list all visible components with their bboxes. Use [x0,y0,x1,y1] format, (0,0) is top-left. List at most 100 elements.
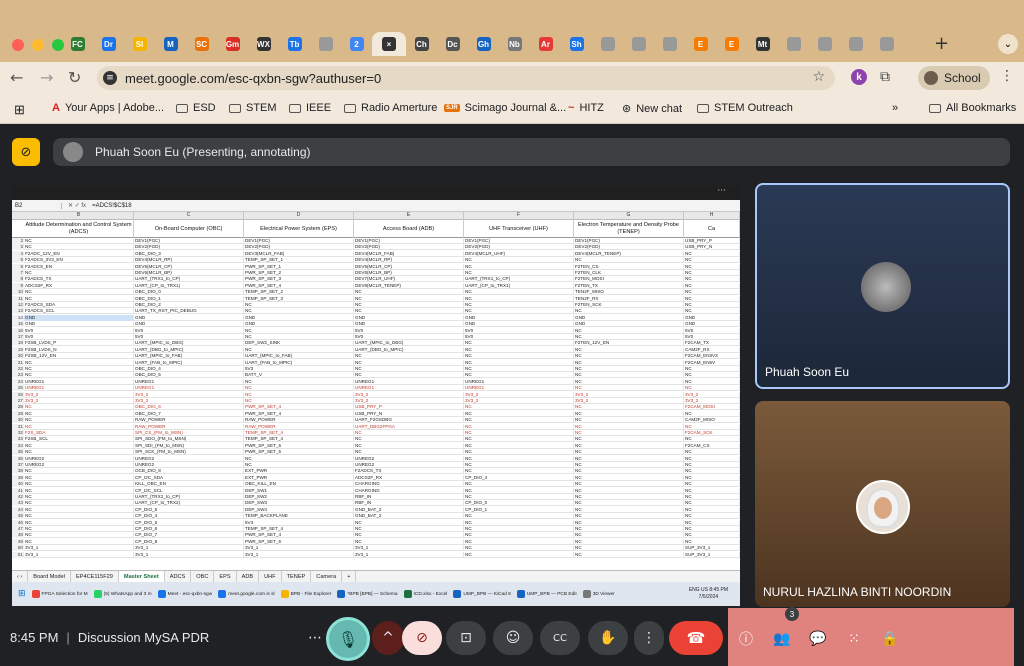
table-cell[interactable]: NC [244,327,354,334]
table-cell[interactable]: NC [464,295,574,302]
browser-tab[interactable]: Mt [747,32,778,56]
row-number[interactable]: 4 [12,250,24,257]
table-cell[interactable]: NC [464,532,574,539]
table-cell[interactable]: NC [464,270,574,276]
people-icon[interactable]: 👥 [773,630,791,648]
table-cell[interactable]: BATT_V [244,372,354,379]
table-cell[interactable]: NC [354,442,464,449]
table-cell[interactable]: F2SB_LVDS_N [24,346,134,353]
table-cell[interactable]: 3V3_1 [134,545,244,552]
browser-tab[interactable]: E [716,32,747,56]
table-cell[interactable]: UNREG1 [24,378,134,385]
table-cell[interactable]: CP_I2C_SDA [134,474,244,481]
header-cell[interactable]: Electron Temperature and Density Probe (… [574,220,684,238]
row-number[interactable]: 41 [12,487,24,494]
table-cell[interactable]: UART_F2GSDBG [354,417,464,424]
info-icon[interactable]: ⓘ [737,630,755,648]
row-number[interactable]: 9 [12,282,24,289]
table-cell[interactable]: NC [464,366,574,372]
row-number[interactable]: 30 [12,417,24,424]
table-cell[interactable]: NC [24,532,134,539]
add-sheet-button[interactable]: + [342,570,357,583]
row-number[interactable]: 32 [12,430,24,436]
table-cell[interactable]: NC [244,334,354,340]
table-cell[interactable]: NC [574,455,684,462]
table-cell[interactable]: NC [574,449,684,456]
table-cell[interactable]: ADCS2F_RX [354,474,464,481]
table-cell[interactable]: NC [684,385,740,392]
table-cell[interactable]: NC [24,366,134,372]
bookmark-hitz[interactable]: ~ HITZ [568,102,604,114]
table-cell[interactable]: NC [684,532,740,539]
table-cell[interactable]: NC [354,449,464,456]
table-cell[interactable]: NC [24,500,134,507]
table-cell[interactable]: NC [464,468,574,475]
column-header[interactable]: G [574,212,684,220]
table-cell[interactable]: NC [464,436,574,443]
table-cell[interactable]: F2CAM_MOSI [684,404,740,411]
table-cell[interactable]: PWR_SP_SET_4 [244,532,354,539]
table-cell[interactable]: UART_(MPIC_to_DBG) [354,340,464,347]
table-cell[interactable]: NC [684,250,740,257]
table-cell[interactable]: 3V3_2 [574,398,684,404]
row-number[interactable]: 36 [12,455,24,462]
table-cell[interactable]: 3V3_2 [464,391,574,398]
table-cell[interactable]: NC [354,430,464,436]
table-cell[interactable]: DEV6(MCLR_BP) [354,270,464,276]
table-cell[interactable]: NC [354,359,464,366]
table-cell[interactable]: NC [354,302,464,308]
row-number[interactable]: 44 [12,506,24,513]
table-cell[interactable]: NC [354,532,464,539]
table-cell[interactable]: TEN2F_RX [574,295,684,302]
table-cell[interactable]: F2TEN_MOSI [574,276,684,283]
table-cell[interactable]: UART_(FAB_to_MPIC) [244,359,354,366]
table-cell[interactable]: NC [244,391,354,398]
table-cell[interactable]: NC [464,257,574,264]
table-cell[interactable]: UNREG1 [354,385,464,392]
row-number[interactable]: 43 [12,500,24,507]
table-cell[interactable]: NC [24,481,134,488]
table-cell[interactable]: DEV2(PGD) [244,244,354,251]
table-cell[interactable]: NC [464,449,574,456]
table-cell[interactable]: NC [464,487,574,494]
table-cell[interactable]: RAW_POWER [134,417,244,424]
table-cell[interactable]: NC [354,353,464,360]
table-cell[interactable]: NC [684,436,740,443]
browser-tab[interactable]: Ch [406,32,437,56]
row-number[interactable]: 42 [12,494,24,500]
table-cell[interactable]: F2TEN_CLK [574,270,684,276]
table-cell[interactable]: 3V3_2 [354,391,464,398]
reload-icon[interactable]: ↻ [68,68,81,87]
row-number[interactable]: 21 [12,359,24,366]
site-info-icon[interactable]: ≡ [103,71,117,85]
table-cell[interactable]: NC [684,474,740,481]
table-cell[interactable]: NC [24,404,134,411]
table-cell[interactable]: NC [244,398,354,404]
all-bookmarks[interactable]: All Bookmarks [929,102,1016,114]
participant-tile-other[interactable]: NURUL HAZLINA BINTI NOORDIN [755,401,1010,607]
row-number[interactable]: 7 [12,270,24,276]
table-cell[interactable]: NC [684,282,740,289]
row-number[interactable]: 48 [12,532,24,539]
table-cell[interactable]: OBC_KILL_EN [244,481,354,488]
table-cell[interactable]: NC [24,442,134,449]
table-cell[interactable]: UNREG2 [354,455,464,462]
table-cell[interactable]: RAW_POWER [244,417,354,424]
table-cell[interactable]: NC [464,372,574,379]
table-cell[interactable]: NC [684,513,740,520]
profile-button[interactable]: School [918,66,990,90]
table-cell[interactable]: NC [684,289,740,296]
table-cell[interactable]: NC [244,308,354,315]
browser-tab[interactable]: WX [248,32,279,56]
taskbar-item[interactable]: 3D Viewer [582,590,615,598]
row-number[interactable]: 5 [12,257,24,264]
table-cell[interactable]: NC [24,417,134,424]
table-cell[interactable]: NC [684,295,740,302]
table-cell[interactable]: NC [574,366,684,372]
table-cell[interactable]: NC [464,417,574,424]
table-cell[interactable]: F2CAM_CS [684,442,740,449]
row-number[interactable]: 18 [12,340,24,347]
browser-tab[interactable]: Nb [499,32,530,56]
table-cell[interactable]: NC [574,481,684,488]
table-cell[interactable]: NC [684,506,740,513]
